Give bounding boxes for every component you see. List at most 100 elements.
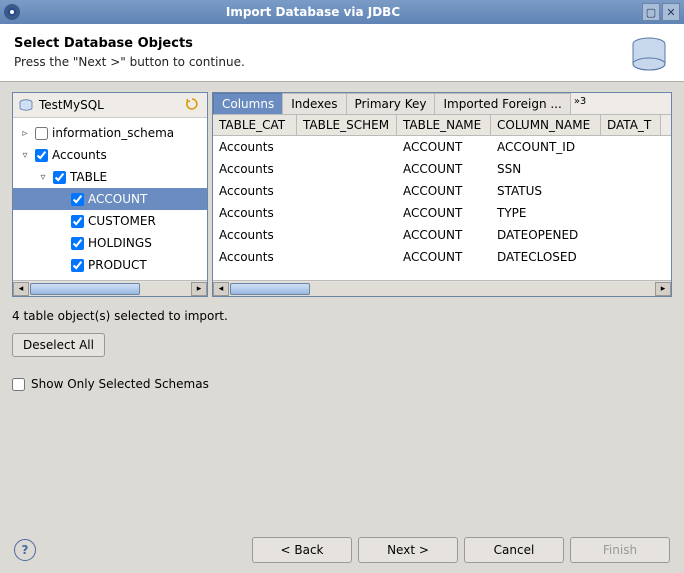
minimize-button[interactable]: ▢ [642, 3, 660, 21]
page-heading: Select Database Objects [14, 36, 670, 51]
tab-bar: ColumnsIndexesPrimary KeyImported Foreig… [213, 93, 671, 115]
details-panel: ColumnsIndexesPrimary KeyImported Foreig… [212, 92, 672, 297]
scroll-left-button[interactable]: ◂ [213, 282, 229, 296]
table-row[interactable]: Accounts ACCOUNTSSN [213, 158, 671, 180]
table-cell [601, 255, 661, 259]
tree-item-label: information_schema [52, 126, 174, 140]
back-button[interactable]: < Back [252, 537, 352, 563]
tree-checkbox[interactable] [53, 171, 66, 184]
tab[interactable]: Indexes [282, 93, 346, 114]
deselect-all-button[interactable]: Deselect All [12, 333, 105, 357]
tree-panel: TestMySQL ▹information_schema▿Accounts▿T… [12, 92, 208, 297]
table-cell: Accounts [213, 182, 297, 200]
tree-h-scrollbar[interactable]: ◂ ▸ [13, 280, 207, 296]
table-cell: DATEOPENED [491, 226, 601, 244]
wizard-footer: ? < Back Next > Cancel Finish [0, 537, 684, 563]
cancel-button[interactable]: Cancel [464, 537, 564, 563]
table-cell: DATECLOSED [491, 248, 601, 266]
column-header[interactable]: TABLE_NAME [397, 115, 491, 135]
table-cell: ACCOUNT [397, 204, 491, 222]
tree-item[interactable]: HOLDINGS [13, 232, 207, 254]
tree-checkbox[interactable] [71, 259, 84, 272]
table-cell: ACCOUNT [397, 138, 491, 156]
table-cell: ACCOUNT [397, 248, 491, 266]
database-icon [628, 34, 670, 76]
titlebar: Import Database via JDBC ▢ ✕ [0, 0, 684, 24]
help-button[interactable]: ? [14, 539, 36, 561]
table-cell: Accounts [213, 138, 297, 156]
database-name: TestMySQL [39, 98, 185, 112]
table-h-scrollbar[interactable]: ◂ ▸ [213, 280, 671, 296]
tree-item-label: CUSTOMER [88, 214, 156, 228]
table-cell [297, 255, 397, 259]
table-cell: Accounts [213, 204, 297, 222]
expand-arrow-icon[interactable]: ▿ [19, 150, 31, 161]
table-header: TABLE_CATTABLE_SCHEMTABLE_NAMECOLUMN_NAM… [213, 115, 671, 136]
more-tabs-button[interactable]: »3 [570, 93, 590, 114]
table-cell [601, 167, 661, 171]
show-only-selected-schemas[interactable]: Show Only Selected Schemas [12, 377, 672, 391]
tree-item[interactable]: CUSTOMER [13, 210, 207, 232]
scroll-left-button[interactable]: ◂ [13, 282, 29, 296]
table-cell: Accounts [213, 160, 297, 178]
tree-checkbox[interactable] [35, 127, 48, 140]
show-only-checkbox[interactable] [12, 378, 25, 391]
scroll-right-button[interactable]: ▸ [655, 282, 671, 296]
tree-item-label: TABLE [70, 170, 107, 184]
tree-item[interactable]: ACCOUNT [13, 188, 207, 210]
table-cell: Accounts [213, 248, 297, 266]
table-row[interactable]: AccountsACCOUNTACCOUNT_ID [213, 136, 671, 158]
tree-checkbox[interactable] [71, 193, 84, 206]
window-title: Import Database via JDBC [26, 5, 640, 19]
expand-arrow-icon[interactable]: ▿ [37, 172, 49, 183]
column-header[interactable]: TABLE_SCHEM [297, 115, 397, 135]
tab[interactable]: Primary Key [346, 93, 436, 114]
scroll-right-button[interactable]: ▸ [191, 282, 207, 296]
table-row[interactable]: AccountsACCOUNTSTATUS [213, 180, 671, 202]
database-small-icon [19, 99, 33, 111]
table-cell: SSN [491, 160, 601, 178]
column-header[interactable]: COLUMN_NAME [491, 115, 601, 135]
tree-item-label: Accounts [52, 148, 107, 162]
expand-arrow-icon[interactable]: ▹ [19, 128, 31, 139]
table-cell [297, 233, 397, 237]
table-cell [297, 145, 397, 149]
tree-checkbox[interactable] [35, 149, 48, 162]
table-cell: TYPE [491, 204, 601, 222]
app-icon [4, 4, 20, 20]
tree-item[interactable]: ▹ information_schema [13, 122, 207, 144]
column-header[interactable]: TABLE_CAT [213, 115, 297, 135]
table-cell: ACCOUNT [397, 226, 491, 244]
table-cell [601, 145, 661, 149]
object-tree[interactable]: ▹information_schema▿Accounts▿TABLEACCOUN… [13, 118, 207, 280]
table-row[interactable]: Accounts ACCOUNTDATEOPENED [213, 224, 671, 246]
tree-checkbox[interactable] [71, 237, 84, 250]
table-cell [601, 211, 661, 215]
table-cell: ACCOUNT [397, 160, 491, 178]
show-only-label: Show Only Selected Schemas [31, 377, 209, 391]
tree-checkbox[interactable] [71, 215, 84, 228]
table-row[interactable]: Accounts ACCOUNTTYPE [213, 202, 671, 224]
table-cell [297, 189, 397, 193]
column-header[interactable]: DATA_T [601, 115, 661, 135]
tree-item[interactable]: PRODUCT [13, 254, 207, 276]
refresh-icon[interactable] [185, 97, 201, 113]
tree-item[interactable]: ▿ Accounts [13, 144, 207, 166]
page-subtext: Press the "Next >" button to continue. [14, 55, 670, 69]
table-cell [297, 211, 397, 215]
table-cell [601, 189, 661, 193]
tab[interactable]: Columns [213, 93, 283, 114]
tree-item[interactable]: ▿ TABLE [13, 166, 207, 188]
scroll-thumb[interactable] [30, 283, 140, 295]
table-cell: STATUS [491, 182, 601, 200]
tree-item-label: ACCOUNT [88, 192, 147, 206]
table-cell: Accounts [213, 226, 297, 244]
tree-item-label: HOLDINGS [88, 236, 152, 250]
tree-item-label: PRODUCT [88, 258, 147, 272]
scroll-thumb[interactable] [230, 283, 310, 295]
next-button[interactable]: Next > [358, 537, 458, 563]
close-button[interactable]: ✕ [662, 3, 680, 21]
tab[interactable]: Imported Foreign ... [434, 93, 570, 114]
table-row[interactable]: Accounts ACCOUNTDATECLOSED [213, 246, 671, 268]
finish-button[interactable]: Finish [570, 537, 670, 563]
